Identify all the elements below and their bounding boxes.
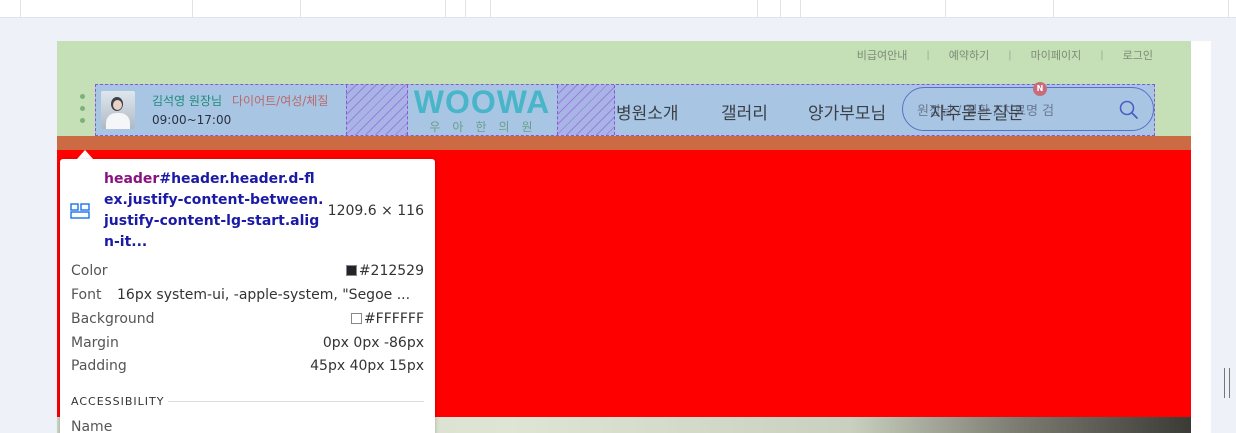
devtools-top-strip	[0, 0, 1236, 18]
utility-nav: 비급여안내 | 예약하기 | 마이페이지 | 로그인	[857, 47, 1153, 63]
gap-highlight	[346, 85, 408, 135]
tooltip-row-background: Background #FFFFFF	[71, 311, 424, 331]
logo-wordmark: WOOWA	[413, 84, 551, 120]
color-swatch	[350, 313, 362, 324]
clinic-hours: 09:00~17:00	[152, 113, 232, 127]
scroll-gutter[interactable]	[1212, 18, 1236, 433]
divider: |	[1100, 49, 1104, 61]
dot	[80, 118, 85, 123]
gnb-item-faq[interactable]: 자주묻는질문	[930, 99, 1024, 124]
ruler-tick	[800, 0, 801, 18]
avatar-coat	[106, 113, 130, 129]
ruler-tick	[192, 0, 193, 18]
avatar-face	[113, 100, 122, 110]
doctor-name: 김석영 원장님	[152, 94, 223, 108]
accessibility-heading: ACCESSIBILITY	[71, 395, 165, 408]
gnb-item-about[interactable]: 병원소개	[616, 99, 679, 124]
font-value: 16px system-ui, -apple-system, "Segoe ..…	[117, 287, 411, 303]
divider	[168, 401, 424, 402]
resize-grip-icon[interactable]	[1224, 368, 1230, 398]
util-link-non-covered[interactable]: 비급여안내	[857, 47, 908, 63]
ruler-tick	[1228, 0, 1229, 18]
new-badge: N	[1033, 82, 1047, 96]
header-content-highlight: 김석영 원장님 다이어트/여성/체질 09:00~17:00 WOOWA 우아한…	[95, 84, 1155, 136]
logo-subtitle: 우아한의원	[429, 120, 545, 134]
selector-tag: header	[104, 171, 160, 187]
tooltip-arrow	[77, 150, 93, 159]
row-label: Color	[71, 263, 108, 279]
ruler-tick	[1053, 0, 1054, 18]
background-value: #FFFFFF	[363, 311, 424, 327]
util-link-login[interactable]: 로그인	[1123, 47, 1153, 63]
doctor-specialty: 다이어트/여성/체질	[232, 94, 329, 108]
ruler-tick	[300, 0, 301, 18]
dot	[80, 106, 85, 111]
tooltip-row-margin: Margin 0px 0px -86px	[71, 335, 424, 355]
util-link-mypage[interactable]: 마이페이지	[1031, 47, 1082, 63]
clinic-logo[interactable]: WOOWA 우아한의원	[407, 85, 557, 135]
tooltip-row-color: Color #212529	[71, 263, 424, 283]
element-layout-icon	[70, 203, 90, 219]
ruler-tick	[20, 0, 21, 18]
header-margin-highlight	[57, 136, 1191, 150]
gap-highlight	[557, 85, 615, 135]
divider: |	[1008, 49, 1012, 61]
tooltip-row-padding: Padding 45px 40px 15px	[71, 358, 424, 378]
doctor-avatar	[101, 91, 135, 129]
element-selector: header#header.header.d-flex.justify-cont…	[104, 169, 324, 253]
ruler-tick	[945, 0, 946, 18]
row-label: Margin	[71, 335, 119, 351]
tooltip-row-font: Font 16px system-ui, -apple-system, "Seg…	[71, 287, 424, 307]
row-label: Padding	[71, 358, 127, 374]
inspector-tooltip: header#header.header.d-flex.justify-cont…	[60, 159, 435, 433]
ruler-tick	[757, 0, 758, 18]
row-value: #212529	[345, 263, 424, 279]
padding-value: 45px 40px 15px	[310, 358, 424, 374]
gnb-item-parents[interactable]: 양가부모님	[808, 99, 886, 124]
ruler-tick	[445, 0, 446, 18]
row-label: Font	[71, 287, 102, 303]
gnb-item-gallery[interactable]: 갤러리	[721, 99, 768, 124]
search-icon[interactable]	[1119, 100, 1139, 120]
util-link-reservation[interactable]: 예약하기	[949, 47, 989, 63]
dot	[80, 94, 85, 99]
ruler-tick	[465, 0, 466, 18]
element-size: 1209.6 × 116	[327, 203, 424, 219]
margin-value: 0px 0px -86px	[322, 335, 424, 351]
ruler-tick	[490, 0, 491, 18]
ruler-tick	[780, 0, 781, 18]
color-value: #212529	[358, 263, 424, 279]
row-value: #FFFFFF	[350, 311, 424, 327]
divider: |	[926, 49, 930, 61]
color-swatch	[345, 265, 357, 276]
accessibility-name-label: Name	[71, 419, 113, 433]
menu-dots-icon[interactable]	[80, 94, 86, 130]
row-label: Background	[71, 311, 155, 327]
